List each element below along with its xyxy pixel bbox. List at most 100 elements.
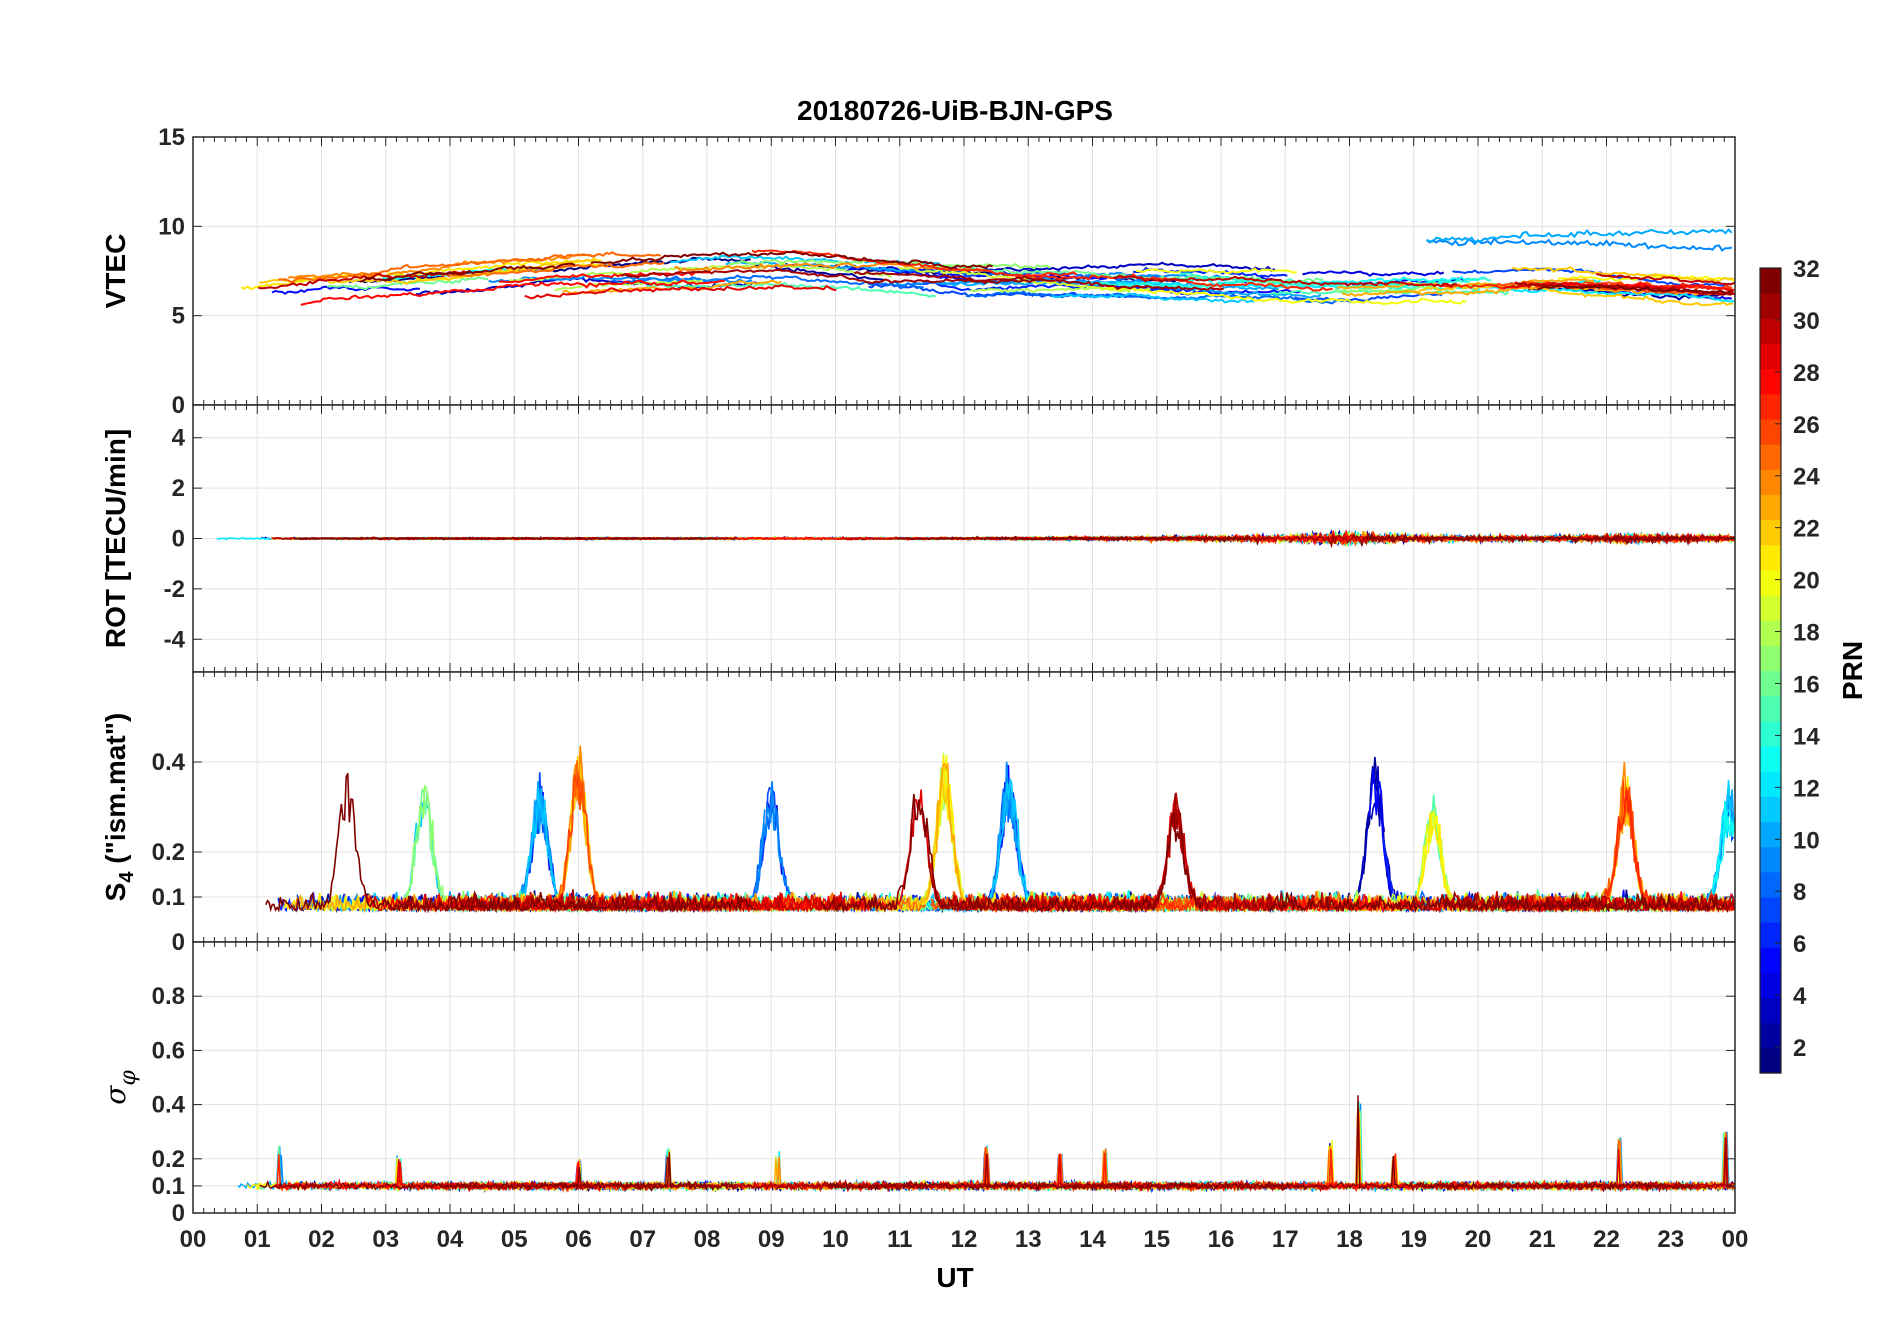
x-tick-label: 00 — [1722, 1226, 1749, 1253]
x-tick-label: 14 — [1079, 1226, 1106, 1253]
colorbar-swatch — [1760, 871, 1781, 898]
colorbar-swatch — [1760, 519, 1781, 546]
colorbar-swatch — [1760, 418, 1781, 445]
y-axis-label: ROT [TECU/min] — [100, 429, 131, 648]
colorbar-tick-label: 26 — [1793, 412, 1820, 439]
y-tick-label: 2 — [172, 475, 185, 502]
x-tick-label: 21 — [1529, 1226, 1556, 1253]
y-tick-label: 0.4 — [152, 749, 186, 776]
colorbar-tick-label: 30 — [1793, 308, 1820, 335]
colorbar-swatch — [1760, 469, 1781, 496]
x-tick-label: 10 — [822, 1226, 849, 1253]
x-tick-label: 12 — [951, 1226, 978, 1253]
y-tick-label: 15 — [158, 124, 185, 151]
panel-s4: 0 0.1 0.2 0.4 S4 ("ism.mat") — [100, 671, 1736, 956]
colorbar-tick-label: 24 — [1793, 464, 1820, 491]
x-tick-label: 06 — [565, 1226, 592, 1253]
panel-sigma_phi: 00.10.2 0.4 0.6 0.8 σφ 00 01 02 03 04 05 06 07 08 09 10… — [99, 941, 1749, 1253]
y-tick-label: 4 — [172, 425, 186, 452]
x-tick-label: 23 — [1657, 1226, 1684, 1253]
colorbar-swatch — [1760, 569, 1781, 596]
colorbar-swatch — [1760, 997, 1781, 1024]
colorbar-swatch — [1760, 494, 1781, 521]
colorbar-tick-label: 14 — [1793, 723, 1820, 750]
y-tick-label: 0.6 — [152, 1037, 185, 1064]
colorbar-tick-label: 10 — [1793, 827, 1820, 854]
y-tick-label: 0.8 — [152, 983, 185, 1010]
x-tick-label: 04 — [437, 1226, 464, 1253]
y-tick-label: 5 — [172, 303, 185, 330]
colorbar-tick-label: 12 — [1793, 775, 1820, 802]
colorbar-swatch — [1760, 695, 1781, 722]
panel-vtec: 0 5 10 15 VTEC — [100, 124, 1736, 419]
colorbar-tick-label: 2 — [1793, 1035, 1806, 1062]
x-tick-label: 22 — [1593, 1226, 1620, 1253]
colorbar-swatch — [1760, 444, 1781, 470]
colorbar-swatch — [1760, 896, 1781, 923]
prn-colorbar: 2468101214161820222426283032PRN — [1759, 256, 1868, 1074]
colorbar-tick-label: 28 — [1793, 360, 1820, 387]
x-tick-label: 08 — [694, 1226, 721, 1253]
colorbar-swatch — [1760, 720, 1781, 747]
x-tick-label: 01 — [244, 1226, 271, 1253]
chart-title: 20180726-UiB-BJN-GPS — [797, 95, 1113, 126]
colorbar-swatch — [1760, 544, 1781, 571]
y-axis-label: S4 ("ism.mat") — [100, 713, 138, 902]
colorbar-tick-label: 16 — [1793, 671, 1820, 698]
colorbar-swatch — [1760, 318, 1781, 345]
colorbar-swatch — [1760, 268, 1781, 294]
x-tick-label: 17 — [1272, 1226, 1299, 1253]
x-tick-label: 15 — [1143, 1226, 1170, 1253]
colorbar-swatch — [1760, 947, 1781, 973]
colorbar-label: PRN — [1837, 641, 1868, 700]
colorbar-swatch — [1760, 771, 1781, 797]
y-tick-label: 0.4 — [152, 1092, 186, 1119]
colorbar-tick-label: 6 — [1793, 931, 1806, 958]
x-tick-label: 05 — [501, 1226, 528, 1253]
colorbar-tick-label: 8 — [1793, 879, 1806, 906]
colorbar-swatch — [1760, 368, 1781, 395]
x-axis-label: UT — [936, 1262, 973, 1293]
x-tick-label: 11 — [887, 1226, 912, 1253]
colorbar-swatch — [1760, 293, 1781, 319]
panels-group: 051015VTEC-4-2024ROT [TECU/min]00.10.20.… — [99, 124, 1748, 1253]
colorbar-swatch — [1760, 393, 1781, 420]
y-tick-label: 0 — [172, 392, 185, 419]
x-tick-label: 20 — [1465, 1226, 1492, 1253]
y-axis-label: VTEC — [100, 234, 131, 309]
colorbar-swatch — [1760, 846, 1781, 873]
colorbar-tick-label: 4 — [1793, 983, 1807, 1010]
colorbar-swatch — [1760, 745, 1781, 772]
y-tick-label: 10 — [158, 213, 185, 240]
y-axis-label: σφ — [99, 1070, 141, 1105]
colorbar-swatch — [1760, 922, 1781, 948]
colorbar-swatch — [1760, 620, 1781, 646]
colorbar-tick-label: 20 — [1793, 568, 1820, 595]
y-tick-label: 0 — [172, 526, 185, 553]
colorbar-swatch — [1760, 343, 1781, 370]
x-tick-label: 16 — [1208, 1226, 1235, 1253]
colorbar-swatch — [1760, 796, 1781, 823]
x-tick-label: 18 — [1336, 1226, 1363, 1253]
colorbar-tick-label: 18 — [1793, 620, 1820, 647]
gnss-scintillation-figure: 20180726-UiB-BJN-GPS UT 051015VTEC-4-202… — [99, 95, 1868, 1293]
x-tick-label: 09 — [758, 1226, 785, 1253]
colorbar-tick-label: 22 — [1793, 516, 1820, 543]
x-tick-label: 02 — [308, 1226, 335, 1253]
colorbar-swatch — [1760, 595, 1781, 621]
colorbar-swatch — [1760, 1022, 1781, 1049]
y-tick-label: 0.2 — [152, 839, 185, 866]
panel-rot: -4 -2 0 2 4 ROT [TECU/min] — [100, 404, 1736, 673]
y-tick-label: 0.1 — [152, 1173, 185, 1200]
y-tick-label: 0 — [172, 1200, 185, 1227]
x-tick-label: 00 — [180, 1226, 207, 1253]
colorbar-swatch — [1760, 645, 1781, 672]
y-tick-label: 0 — [172, 929, 185, 956]
y-tick-label: 0.1 — [152, 884, 185, 911]
colorbar-tick-label: 32 — [1793, 256, 1820, 283]
y-tick-label: -2 — [164, 576, 185, 603]
x-tick-label: 03 — [372, 1226, 399, 1253]
x-tick-label: 07 — [629, 1226, 656, 1253]
colorbar-swatch — [1760, 972, 1781, 999]
y-tick-label: -4 — [164, 626, 186, 653]
